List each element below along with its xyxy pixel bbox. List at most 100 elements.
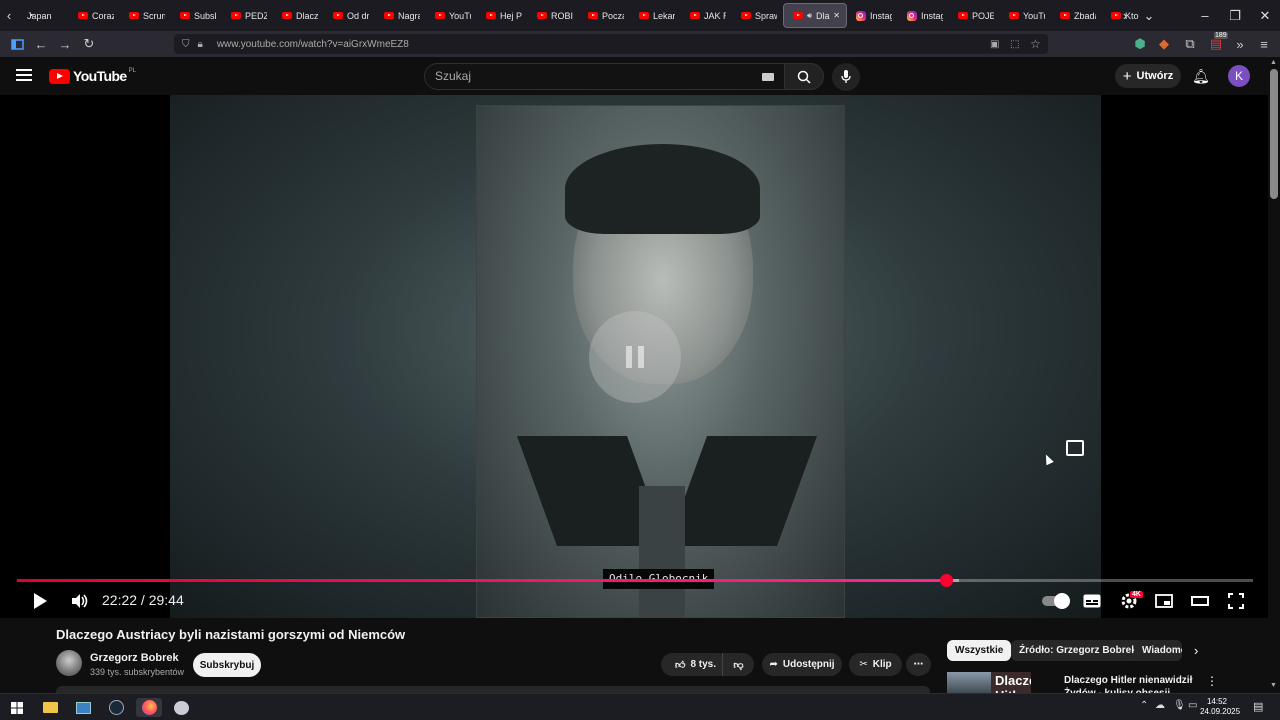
extension-badge: 189: [1214, 32, 1228, 39]
browser-tab[interactable]: YouTu: [1000, 0, 1051, 31]
browser-tab[interactable]: Instag: [898, 0, 949, 31]
fullscreen-icon[interactable]: [1223, 589, 1249, 613]
minimize-icon[interactable]: –: [1192, 0, 1218, 31]
chip-news[interactable]: Wiadomo: [1134, 640, 1182, 661]
system-clock[interactable]: 14:52 24.09.2025: [1200, 697, 1240, 717]
browser-tab[interactable]: Lekarz: [630, 0, 681, 31]
browser-tab[interactable]: Coraz: [69, 0, 120, 31]
dislike-button[interactable]: 👎︎: [722, 653, 754, 676]
browser-tab[interactable]: Począ: [579, 0, 630, 31]
file-explorer-icon[interactable]: [40, 698, 60, 717]
browser-tab[interactable]: Od dr: [324, 0, 375, 31]
reload-icon[interactable]: ↻: [77, 32, 101, 56]
guide-menu-icon[interactable]: [16, 69, 32, 81]
notifications-icon[interactable]: ▤: [1253, 700, 1263, 713]
browser-tab[interactable]: Dlacz: [273, 0, 324, 31]
browser-tab[interactable]: Scrum: [120, 0, 171, 31]
chips-next-chevron-icon[interactable]: ›: [1194, 643, 1198, 658]
onedrive-icon[interactable]: ☁: [1155, 700, 1165, 711]
url-bar[interactable]: ⛉ 🔒︎ www.youtube.com/watch?v=aiGrxWmeEZ8…: [174, 34, 1048, 54]
restore-icon[interactable]: ❐: [1222, 0, 1248, 31]
theater-mode-icon[interactable]: [1187, 589, 1213, 613]
description-box[interactable]: [56, 686, 930, 693]
browser-tab[interactable]: Zbada: [1051, 0, 1102, 31]
chip-all[interactable]: Wszystkie: [947, 640, 1012, 661]
channel-name[interactable]: Grzegorz Bobrek: [90, 652, 179, 664]
close-window-icon[interactable]: ✕: [1252, 0, 1278, 31]
browser-tab[interactable]: Japan: [18, 0, 69, 31]
app-monitor-icon[interactable]: [73, 698, 93, 717]
play-button[interactable]: [27, 589, 53, 613]
miniplayer-icon[interactable]: [1151, 589, 1177, 613]
clip-button[interactable]: ✂ Klip: [849, 653, 902, 676]
shield-icon[interactable]: ⛉: [182, 39, 190, 50]
subscribe-button[interactable]: Subskrybuj: [193, 653, 261, 677]
bookmark-star-icon[interactable]: ☆: [1030, 37, 1041, 51]
tab-scroll-left-icon[interactable]: ‹: [0, 0, 18, 31]
browser-tab[interactable]: POJEC: [949, 0, 1000, 31]
overflow-chevron-icon[interactable]: »: [1228, 32, 1252, 56]
settings-gear-icon[interactable]: 4K: [1116, 589, 1143, 613]
browser-tab[interactable]: Instag: [847, 0, 898, 31]
keyboard-icon[interactable]: [762, 73, 774, 81]
tab-audio-icon[interactable]: 🔊︎: [807, 11, 812, 21]
pause-overlay-icon[interactable]: [589, 311, 681, 403]
share-button[interactable]: ➦ Udostępnij: [762, 653, 842, 676]
extensions-puzzle-icon[interactable]: ⧉: [1178, 32, 1202, 56]
volume-button[interactable]: [67, 589, 93, 613]
menu-hamburger-icon[interactable]: ≡: [1252, 32, 1276, 56]
recommendation-title[interactable]: Dlaczego Hitler nienawidził Żydów - kuli…: [1064, 674, 1204, 693]
tray-chevron-icon[interactable]: ⌃: [1140, 700, 1148, 711]
browser-tab[interactable]: 🔊︎ Dla ✕: [783, 3, 847, 28]
tray-mic-icon[interactable]: 🎙︎: [1173, 700, 1186, 711]
steam-icon[interactable]: [106, 698, 126, 717]
windows-start-icon[interactable]: [7, 698, 27, 717]
tab-list-chevron-icon[interactable]: ⌄: [1136, 0, 1162, 31]
browser-tab[interactable]: Spraw: [732, 0, 783, 31]
video-player[interactable]: Odilo Globocnik 22:22 / 29:44 4K: [0, 95, 1268, 618]
back-icon[interactable]: ←: [29, 32, 53, 56]
tab-close-icon[interactable]: ✕: [833, 11, 840, 20]
autoplay-toggle[interactable]: [1040, 589, 1070, 613]
url-text[interactable]: www.youtube.com/watch?v=aiGrxWmeEZ8: [217, 39, 409, 50]
scrollbar-thumb[interactable]: [1270, 69, 1278, 199]
browser-tab[interactable]: Subsk: [171, 0, 222, 31]
voice-search-button[interactable]: [832, 63, 860, 91]
network-icon[interactable]: ▭: [1188, 700, 1197, 711]
chip-source[interactable]: Źródło: Grzegorz Bobrek: [1011, 640, 1145, 661]
vpn-extension-icon[interactable]: ⬢: [1128, 32, 1152, 56]
browser-tab[interactable]: JAK R: [681, 0, 732, 31]
search-input[interactable]: Szukaj: [424, 63, 785, 90]
forward-icon[interactable]: →: [53, 32, 77, 56]
browser-tab[interactable]: Hej Pi: [477, 0, 528, 31]
sidebar-toggle-icon[interactable]: [5, 32, 29, 56]
firefox-icon[interactable]: [136, 698, 162, 717]
create-button[interactable]: + Utwórz: [1115, 64, 1181, 88]
scroll-up-icon[interactable]: ▲: [1270, 59, 1277, 66]
tab-scroll-right-icon[interactable]: ›: [1113, 0, 1137, 31]
page-scrollbar[interactable]: ▲ ▼: [1268, 57, 1280, 693]
account-avatar[interactable]: K: [1228, 65, 1250, 87]
like-button[interactable]: 👍︎ 8 tys.: [661, 653, 730, 676]
search-button[interactable]: [784, 63, 824, 90]
recommendation-thumbnail[interactable]: Dlaczego Hitler: [947, 672, 1031, 693]
reader-view-icon[interactable]: ▣: [990, 39, 999, 50]
scroll-down-icon[interactable]: ▼: [1270, 682, 1277, 689]
browser-tab[interactable]: Nagra: [375, 0, 426, 31]
progress-bar[interactable]: [17, 574, 1253, 587]
browser-tab[interactable]: YouTu: [426, 0, 477, 31]
extension-fox-icon[interactable]: ◆: [1152, 32, 1176, 56]
recommendation-more-icon[interactable]: ⋮: [1206, 674, 1218, 688]
extension-counter-icon[interactable]: ▤ 189: [1204, 32, 1228, 56]
notifications-bell-icon[interactable]: 🔔︎: [1192, 68, 1210, 85]
miniplayer-overlay-icon[interactable]: [1066, 440, 1084, 456]
browser-tab[interactable]: PEDZI: [222, 0, 273, 31]
browser-tab[interactable]: ROBIV: [528, 0, 579, 31]
more-actions-button[interactable]: ⋯: [906, 653, 931, 676]
subtitles-icon[interactable]: [1079, 589, 1105, 613]
app-cat-icon[interactable]: [171, 698, 191, 717]
lock-icon[interactable]: 🔒︎: [198, 39, 203, 50]
channel-avatar[interactable]: [56, 650, 82, 676]
save-page-icon[interactable]: ⬚: [1010, 39, 1019, 50]
youtube-logo[interactable]: YouTube PL: [49, 68, 136, 84]
